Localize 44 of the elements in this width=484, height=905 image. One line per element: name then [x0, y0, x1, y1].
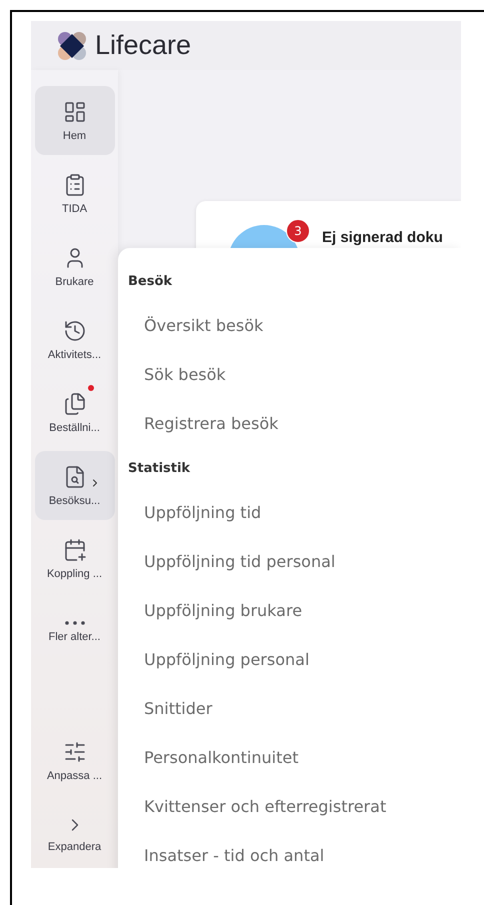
nav-item[interactable]: Aktivitets...	[34, 305, 114, 374]
nav-item[interactable]: Anpassa ...	[34, 726, 114, 795]
section-heading: Besök	[128, 272, 174, 290]
menu-item[interactable]: Personalkontinuitet	[128, 733, 461, 782]
nav-item[interactable]: Beställni...	[34, 378, 114, 447]
menu-item[interactable]: Kvittenser och efterregistrerat	[128, 782, 461, 831]
nav-label: TIDA	[62, 202, 88, 214]
dashboard-icon	[62, 100, 86, 124]
sliders-icon	[62, 740, 86, 764]
menu-item[interactable]: Uppföljning tid	[128, 488, 461, 537]
menu-item[interactable]: Snittider	[128, 684, 461, 733]
nav-label: Fler alter...	[48, 630, 100, 642]
nav-label: Expandera	[48, 840, 102, 852]
nav-item[interactable]: Fler alter...	[34, 597, 114, 666]
nav-item[interactable]: Brukare	[34, 232, 114, 301]
history-icon	[62, 318, 86, 342]
nav-item[interactable]: Expandera	[34, 799, 114, 868]
notification-dot	[88, 385, 94, 391]
nav-label: Anpassa ...	[46, 770, 102, 782]
count-badge: 3	[286, 219, 310, 243]
nav-label: Koppling ...	[46, 568, 102, 580]
menu-item[interactable]: Uppföljning tid personal	[128, 537, 461, 586]
logo-text: Lifecare	[95, 30, 192, 61]
nav-item[interactable]: TIDA	[34, 159, 114, 228]
section-heading: Statistik	[128, 460, 192, 478]
menu-item[interactable]: Insatser - tid och antal	[128, 831, 461, 868]
card-title: Ej signerad doku	[322, 229, 443, 246]
nav-label: Aktivitets...	[48, 348, 102, 360]
menu-item[interactable]: Översikt besök	[128, 301, 461, 350]
more-icon	[64, 620, 84, 624]
menu-item[interactable]: Registrera besök	[128, 399, 461, 448]
nav-label: Brukare	[55, 276, 94, 288]
calendar-plus-icon	[62, 538, 86, 562]
nav-item[interactable]: Koppling ...	[34, 524, 114, 593]
nav-label: Hem	[62, 130, 86, 142]
menu-item[interactable]: Uppföljning brukare	[128, 586, 461, 635]
nav-item[interactable]: Besöksu...	[34, 451, 114, 520]
logo-icon	[57, 30, 87, 60]
nav-label: Beställni...	[49, 422, 100, 434]
menu-item[interactable]: Uppföljning personal	[128, 635, 461, 684]
nav-label: Besöksu...	[48, 494, 100, 506]
documents-icon	[62, 392, 86, 416]
nav-item[interactable]: Hem	[34, 86, 114, 155]
menu-item[interactable]: Sök besök	[128, 350, 461, 399]
